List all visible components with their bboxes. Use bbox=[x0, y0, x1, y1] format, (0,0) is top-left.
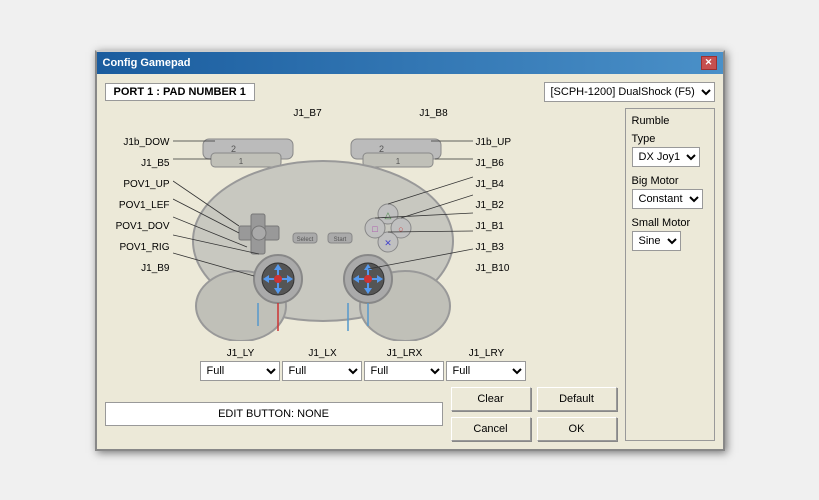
left-label-1: J1_B5 bbox=[105, 157, 173, 170]
axis-label-0: J1_LY bbox=[200, 348, 282, 359]
rumble-type-label: Type bbox=[632, 133, 708, 145]
rumble-type-select[interactable]: DX Joy1 bbox=[632, 147, 700, 167]
rumble-title: Rumble bbox=[632, 115, 708, 127]
rumble-big-motor-select[interactable]: Constant bbox=[632, 189, 703, 209]
clear-button[interactable]: Clear bbox=[451, 387, 531, 411]
right-label-5: J1_B3 bbox=[473, 241, 541, 254]
top-label-b7: J1_B7 bbox=[293, 108, 321, 119]
bottom-row: EDIT BUTTON: NONE Clear Default Cancel O… bbox=[105, 387, 617, 441]
action-buttons: Clear Default Cancel OK bbox=[451, 387, 617, 441]
window-content: PORT 1 : PAD NUMBER 1 [SCPH-1200] DualSh… bbox=[97, 74, 723, 449]
device-select[interactable]: [SCPH-1200] DualShock (F5) bbox=[544, 82, 715, 102]
action-row-2: Cancel OK bbox=[451, 417, 617, 441]
right-labels: J1b_UP J1_B6 J1_B4 J1_B2 J1_B1 J1_B3 J1_… bbox=[473, 121, 541, 275]
port-label: PORT 1 : PAD NUMBER 1 bbox=[105, 83, 255, 101]
gamepad-image: 2 2 1 1 bbox=[173, 121, 473, 344]
gamepad-svg: 2 2 1 1 bbox=[173, 121, 473, 341]
axis-select-3[interactable]: Full bbox=[446, 361, 526, 381]
rumble-small-motor-field: Small Motor Sine bbox=[632, 217, 708, 251]
right-label-2: J1_B4 bbox=[473, 178, 541, 191]
left-label-2: POV1_UP bbox=[105, 178, 173, 191]
right-label-6: J1_B10 bbox=[473, 262, 541, 275]
title-bar: Config Gamepad ✕ bbox=[97, 52, 723, 74]
device-select-container: [SCPH-1200] DualShock (F5) bbox=[544, 82, 715, 102]
left-labels: J1b_DOW J1_B5 POV1_UP POV1_LEF POV1_DOV … bbox=[105, 121, 173, 275]
svg-text:✕: ✕ bbox=[384, 238, 392, 248]
axis-label-2: J1_LRX bbox=[364, 348, 446, 359]
top-row: PORT 1 : PAD NUMBER 1 [SCPH-1200] DualSh… bbox=[105, 82, 715, 102]
svg-text:Start: Start bbox=[333, 237, 346, 243]
main-area: J1_B7 J1_B8 J1b_DOW J1_B5 POV1_UP POV1_L… bbox=[105, 108, 715, 441]
action-row-1: Clear Default bbox=[451, 387, 617, 411]
rumble-big-motor-field: Big Motor Constant bbox=[632, 175, 708, 209]
window-title: Config Gamepad bbox=[103, 57, 191, 69]
svg-text:Select: Select bbox=[296, 237, 313, 243]
axis-select-1[interactable]: Full bbox=[282, 361, 362, 381]
right-label-3: J1_B2 bbox=[473, 199, 541, 212]
gamepad-row: J1b_DOW J1_B5 POV1_UP POV1_LEF POV1_DOV … bbox=[105, 121, 617, 344]
axis-label-1: J1_LX bbox=[282, 348, 364, 359]
right-label-0: J1b_UP bbox=[473, 136, 541, 149]
top-labels: J1_B7 J1_B8 bbox=[185, 108, 537, 119]
left-label-6: J1_B9 bbox=[105, 262, 173, 275]
ok-button[interactable]: OK bbox=[537, 417, 617, 441]
gamepad-section: J1_B7 J1_B8 J1b_DOW J1_B5 POV1_UP POV1_L… bbox=[105, 108, 617, 441]
svg-text:○: ○ bbox=[398, 224, 403, 234]
edit-button-box: EDIT BUTTON: NONE bbox=[105, 402, 443, 426]
svg-text:1: 1 bbox=[238, 157, 243, 166]
axis-select-0[interactable]: Full bbox=[200, 361, 280, 381]
right-label-1: J1_B6 bbox=[473, 157, 541, 170]
left-label-0: J1b_DOW bbox=[105, 136, 173, 149]
axis-select-2[interactable]: Full bbox=[364, 361, 444, 381]
rumble-type-field: Type DX Joy1 bbox=[632, 133, 708, 167]
cancel-button[interactable]: Cancel bbox=[451, 417, 531, 441]
svg-text:1: 1 bbox=[395, 157, 400, 166]
axis-dropdowns: Full Full Full Full bbox=[200, 361, 617, 381]
close-button[interactable]: ✕ bbox=[701, 56, 717, 70]
edit-button-label: EDIT BUTTON: NONE bbox=[218, 408, 329, 420]
top-label-b8: J1_B8 bbox=[419, 108, 447, 119]
rumble-small-motor-select[interactable]: Sine bbox=[632, 231, 681, 251]
left-label-3: POV1_LEF bbox=[105, 199, 173, 212]
svg-text:□: □ bbox=[372, 224, 378, 234]
svg-text:△: △ bbox=[384, 210, 391, 220]
rumble-panel: Rumble Type DX Joy1 Big Motor Constant S… bbox=[625, 108, 715, 441]
left-label-5: POV1_RIG bbox=[105, 241, 173, 254]
rumble-small-motor-label: Small Motor bbox=[632, 217, 708, 229]
axis-labels: J1_LY J1_LX J1_LRX J1_LRY bbox=[200, 348, 617, 359]
axis-label-3: J1_LRY bbox=[446, 348, 528, 359]
rumble-big-motor-label: Big Motor bbox=[632, 175, 708, 187]
left-label-4: POV1_DOV bbox=[105, 220, 173, 233]
right-label-4: J1_B1 bbox=[473, 220, 541, 233]
config-gamepad-window: Config Gamepad ✕ PORT 1 : PAD NUMBER 1 [… bbox=[95, 50, 725, 451]
default-button[interactable]: Default bbox=[537, 387, 617, 411]
